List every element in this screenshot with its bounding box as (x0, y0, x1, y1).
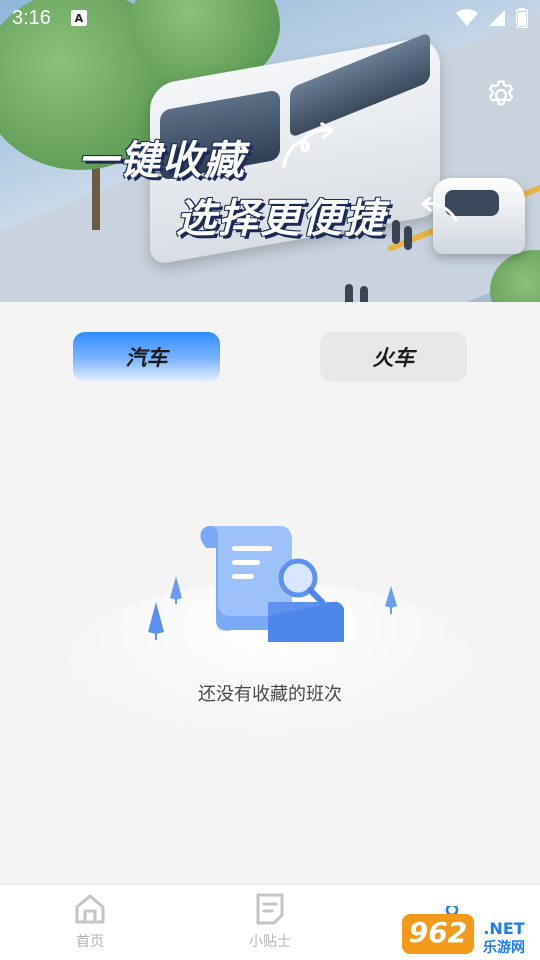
hero-title-line1: 一键收藏 (78, 138, 246, 184)
curved-arrow-icon (282, 122, 334, 168)
tab-bus-label: 汽车 (125, 346, 168, 370)
nav-label-home: 首页 (76, 934, 104, 950)
status-icons (456, 8, 528, 28)
home-icon (75, 894, 105, 924)
watermark-number: 962 (409, 916, 467, 949)
status-bar: 3:16 A (0, 0, 540, 36)
watermark-logo: 962 .NET 乐游网 (402, 906, 525, 956)
nav-label-tips: 小贴士 (249, 934, 291, 950)
empty-state-message: 还没有收藏的班次 (198, 684, 342, 705)
curved-arrow-icon (421, 196, 458, 222)
person (345, 284, 353, 302)
note-icon (256, 893, 284, 925)
signal-icon (489, 10, 505, 26)
hero-banner: 一键收藏 选择更便捷 (0, 0, 540, 302)
hero-title-line2: 选择更便捷 (176, 196, 386, 242)
tab-train[interactable]: 火车 (320, 332, 467, 382)
status-time: 3:16 (12, 6, 51, 29)
battery-icon (516, 8, 528, 28)
document-search-icon (148, 526, 397, 642)
nav-item-tips[interactable]: 小贴士 (220, 891, 320, 957)
person (392, 220, 400, 244)
person (360, 286, 368, 302)
nav-item-home[interactable]: 首页 (40, 891, 140, 957)
tab-train-label: 火车 (372, 346, 415, 370)
tab-bus[interactable]: 汽车 (73, 332, 220, 382)
wifi-icon (456, 9, 478, 26)
gear-icon (488, 80, 514, 106)
person (404, 226, 412, 250)
watermark-suffix: .NET (483, 919, 524, 938)
settings-button[interactable] (481, 75, 521, 115)
a-letter-icon: A (70, 10, 87, 26)
watermark-site-name: 乐游网 (483, 939, 525, 956)
